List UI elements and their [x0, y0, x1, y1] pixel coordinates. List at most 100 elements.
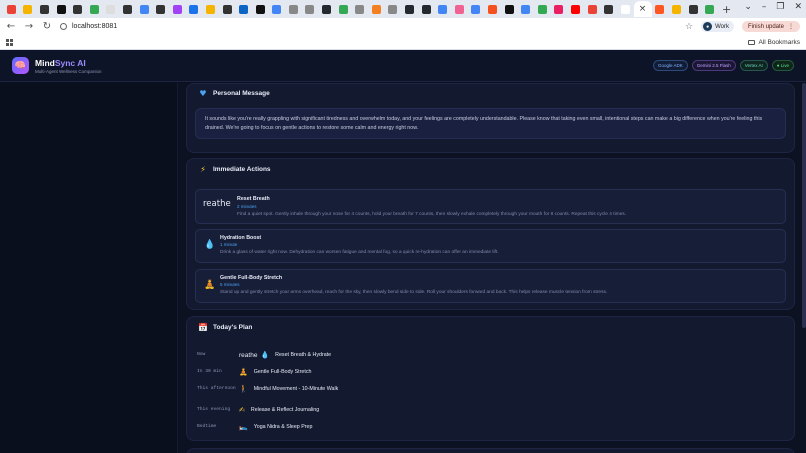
browser-tab[interactable] [202, 1, 219, 17]
plan-label: Yoga Nidra & Sleep Prep [253, 424, 313, 430]
browser-tab[interactable] [285, 1, 302, 17]
browser-tab[interactable] [617, 1, 634, 17]
finish-update-label: Finish update [747, 23, 784, 30]
action-description: Drink a glass of water right now. Dehydr… [220, 250, 499, 255]
browser-tab[interactable] [401, 1, 418, 17]
browser-tab[interactable] [385, 1, 402, 17]
tab-favicon-icon [371, 4, 381, 14]
window-controls: ⌄ – ❐ ✕ [744, 2, 802, 12]
droplet-icon: 💧 [260, 351, 270, 359]
browser-tab[interactable] [103, 1, 120, 17]
plan-time: Now [197, 352, 206, 357]
tab-favicon-icon [488, 4, 498, 14]
browser-tab[interactable] [269, 1, 286, 17]
browser-tab-strip: × + ⌄ – ❐ ✕ [0, 0, 806, 18]
personal-message-card: ♥ Personal Message It sounds like you're… [186, 83, 795, 153]
close-tab-icon[interactable]: × [639, 4, 647, 14]
action-item[interactable]: 🧘 Gentle Full-Body Stretch 5 minutes Sta… [195, 269, 786, 303]
address-bar[interactable]: localhost:8081 [60, 20, 677, 33]
tab-favicon-icon [705, 4, 715, 14]
card-title: Immediate Actions [213, 165, 271, 173]
browser-tab[interactable] [685, 1, 702, 17]
browser-tab[interactable] [368, 1, 385, 17]
browser-tab[interactable] [335, 1, 352, 17]
browser-tab[interactable] [318, 1, 335, 17]
droplet-icon: 💧 [204, 240, 216, 250]
active-browser-tab[interactable]: × [633, 1, 652, 17]
app-name-part2: Sync AI [54, 57, 86, 68]
next-card-partial [186, 448, 795, 453]
browser-tab[interactable] [434, 1, 451, 17]
browser-tab[interactable] [186, 1, 203, 17]
tab-favicon-icon [471, 4, 481, 14]
url-text: localhost:8081 [72, 23, 118, 30]
finish-update-button[interactable]: Finish update ⋮ [741, 21, 800, 32]
restore-icon[interactable]: ❐ [776, 2, 784, 12]
plan-row: Bedtime 🛌 Yoga Nidra & Sleep Prep [197, 420, 312, 434]
browser-tab[interactable] [418, 1, 435, 17]
browser-tab[interactable] [567, 1, 584, 17]
plan-row: This afternoon 🚶 Mindful Movement - 10-M… [197, 382, 338, 396]
tab-favicon-icon [388, 4, 398, 14]
scrollbar[interactable] [802, 83, 806, 328]
profile-chip[interactable]: ● Work [701, 21, 734, 32]
browser-tab[interactable] [169, 1, 186, 17]
browser-tab[interactable] [451, 1, 468, 17]
back-icon[interactable]: ← [6, 21, 16, 32]
browser-tab[interactable] [668, 1, 685, 17]
browser-tab[interactable] [701, 1, 718, 17]
tab-favicon-icon [620, 4, 630, 14]
bookmark-star-icon[interactable]: ☆ [685, 22, 693, 32]
tab-favicon-icon [73, 4, 83, 14]
browser-tab[interactable] [534, 1, 551, 17]
action-title: Reset Breath [237, 196, 270, 202]
browser-tab[interactable] [551, 1, 568, 17]
action-title: Gentle Full-Body Stretch [220, 275, 283, 281]
browser-tab[interactable] [3, 1, 20, 17]
close-window-icon[interactable]: ✕ [794, 2, 802, 12]
browser-tab[interactable] [302, 1, 319, 17]
browser-tab[interactable] [517, 1, 534, 17]
browser-tab[interactable] [36, 1, 53, 17]
browser-tab[interactable] [86, 1, 103, 17]
browser-tab[interactable] [252, 1, 269, 17]
browser-tab[interactable] [468, 1, 485, 17]
tab-favicon-icon [106, 4, 116, 14]
chevron-down-icon[interactable]: ⌄ [744, 2, 752, 12]
tab-favicon-icon [189, 4, 199, 14]
browser-tab[interactable] [119, 1, 136, 17]
new-tab-icon[interactable]: + [722, 3, 731, 16]
browser-tab[interactable] [235, 1, 252, 17]
apps-grid-icon[interactable] [6, 38, 13, 46]
browser-tab[interactable] [20, 1, 37, 17]
browser-tab[interactable] [652, 1, 669, 17]
site-info-icon[interactable] [60, 23, 67, 30]
browser-tab[interactable] [152, 1, 169, 17]
profile-label: Work [715, 23, 729, 30]
browser-tab[interactable] [600, 1, 617, 17]
forward-icon[interactable]: → [24, 21, 34, 32]
breathe-icon-text: reathe [203, 199, 231, 209]
browser-tab[interactable] [69, 1, 86, 17]
card-header: 📅 Today's Plan [187, 317, 794, 337]
browser-tab[interactable] [53, 1, 70, 17]
more-vert-icon: ⋮ [788, 24, 794, 30]
card-title: Today's Plan [213, 323, 253, 331]
action-duration: 2 minutes [237, 204, 257, 209]
browser-tab[interactable] [501, 1, 518, 17]
action-duration: 1 minute [220, 242, 238, 247]
plan-time: Bedtime [197, 424, 217, 429]
tab-favicon-icon [139, 4, 149, 14]
browser-tab[interactable] [219, 1, 236, 17]
browser-tab[interactable] [136, 1, 153, 17]
tab-favicon-icon [504, 4, 514, 14]
minimize-icon[interactable]: – [762, 2, 767, 12]
action-item[interactable]: 💧 Hydration Boost 1 minute Drink a glass… [195, 229, 786, 263]
action-item[interactable]: reathe Reset Breath 2 minutes Find a qui… [195, 189, 786, 224]
all-bookmarks-button[interactable]: All Bookmarks [748, 39, 800, 46]
tab-favicon-icon [305, 4, 315, 14]
browser-tab[interactable] [584, 1, 601, 17]
browser-tab[interactable] [484, 1, 501, 17]
reload-icon[interactable]: ↻ [42, 21, 52, 32]
browser-tab[interactable] [351, 1, 368, 17]
